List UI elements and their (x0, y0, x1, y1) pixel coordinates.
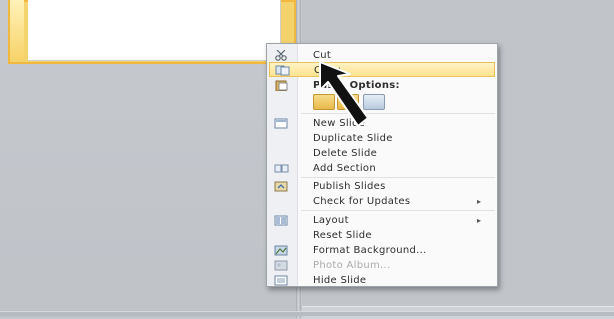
hide-slide-icon (274, 275, 290, 286)
menu-item-check-for-updates[interactable]: Check for Updates ▸ (267, 194, 497, 209)
slide-thumbnail[interactable] (28, 0, 281, 61)
menu-item-reset-slide[interactable]: Reset Slide (267, 228, 497, 243)
slides-pane[interactable] (0, 0, 301, 318)
powerpoint-window: Cut Copy Paste Options: New Slide Duplic… (0, 0, 614, 319)
paste-icon (274, 80, 290, 92)
menu-item-cut[interactable]: Cut (267, 48, 497, 63)
submenu-arrow-icon: ▸ (477, 197, 482, 206)
arrow-cursor-icon (319, 61, 369, 127)
menu-item-hide-slide[interactable]: Hide Slide (267, 273, 497, 288)
menu-item-publish-slides[interactable]: Publish Slides (267, 179, 497, 194)
photo-album-icon (274, 260, 290, 271)
menu-item-new-slide[interactable]: New Slide (267, 116, 497, 131)
menu-item-delete-slide[interactable]: Delete Slide (267, 146, 497, 161)
copy-icon (275, 65, 291, 76)
scissors-icon (274, 49, 290, 61)
submenu-arrow-icon: ▸ (477, 216, 482, 225)
menu-item-paste-options: Paste Options: (267, 78, 497, 93)
menu-item-add-section[interactable]: Add Section (267, 161, 497, 176)
menu-separator (301, 177, 495, 178)
status-edge (0, 311, 614, 316)
menu-separator (301, 210, 495, 211)
new-slide-icon (274, 118, 290, 129)
slide-number-bar (10, 0, 24, 60)
context-menu: Cut Copy Paste Options: New Slide Duplic… (266, 43, 498, 287)
background-icon (274, 245, 290, 256)
section-icon (274, 163, 290, 174)
menu-item-layout[interactable]: Layout ▸ (267, 213, 497, 228)
menu-item-duplicate-slide[interactable]: Duplicate Slide (267, 131, 497, 146)
menu-item-copy[interactable]: Copy (269, 62, 495, 77)
menu-item-format-background[interactable]: Format Background... (267, 243, 497, 258)
menu-item-photo-album[interactable]: Photo Album... (267, 258, 497, 273)
publish-icon (274, 181, 290, 192)
layout-icon (274, 215, 290, 226)
